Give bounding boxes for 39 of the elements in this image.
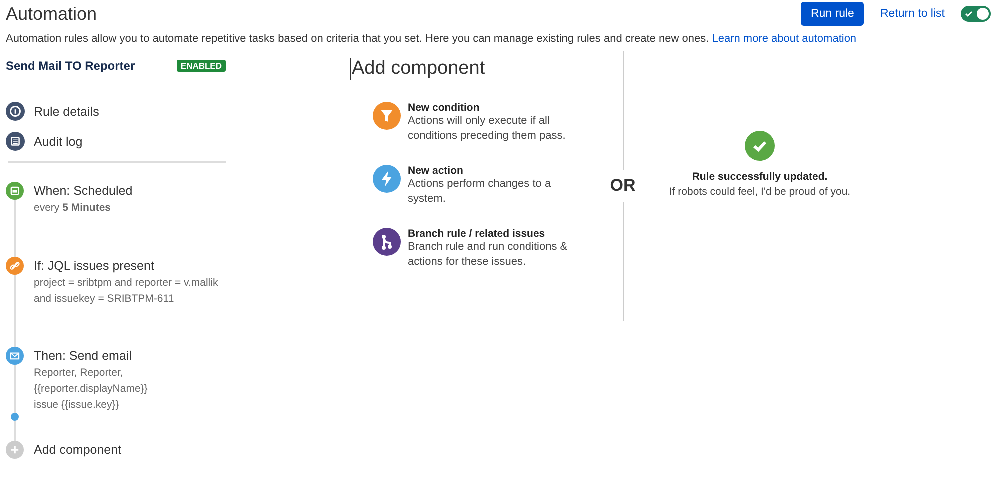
nav-item[interactable]: Audit log	[34, 134, 83, 148]
insert-point-icon[interactable]	[11, 413, 19, 421]
nav-item[interactable]: Rule details	[34, 104, 100, 118]
funnel-icon[interactable]	[373, 102, 401, 130]
step-detail: every 5 Minutes	[34, 201, 112, 216]
option-description: Actions will only execute if all conditions preceding them pass.	[408, 114, 567, 144]
success-check-icon	[745, 131, 775, 161]
success-message: If robots could feel, I'd be proud of you.	[669, 186, 851, 198]
step-detail: project = sribtpm and reporter = v.mallik and issuekey = SRIBTPM-611	[34, 276, 220, 307]
option-title[interactable]: New action	[408, 165, 578, 177]
list-icon	[6, 132, 25, 151]
rule-name: Send Mail TO Reporter	[6, 59, 136, 73]
description-text: Automation rules allow you to automate repetitive tasks based on criteria that you set. Here you can manage existing rules and create new ones. Learn more about automation	[6, 33, 858, 45]
panel-title: Add component	[350, 58, 615, 80]
check-icon	[964, 9, 974, 19]
page-title: Automation	[6, 4, 98, 24]
add-component-link[interactable]: Add component	[34, 441, 122, 459]
calendar-icon	[6, 182, 24, 200]
link-icon	[6, 257, 24, 275]
run-rule-button[interactable]: Run rule	[800, 2, 864, 26]
rule-toggle[interactable]	[961, 6, 991, 22]
return-to-list-link[interactable]: Return to list	[880, 8, 945, 20]
step-detail: Reporter, Reporter, {{reporter.displayName}} issue {{issue.key}}	[34, 366, 149, 413]
option-title[interactable]: Branch rule / related issues	[408, 228, 578, 240]
option-description: Actions perform changes to a system.	[408, 177, 552, 207]
or-label: OR	[610, 175, 636, 197]
branch-icon[interactable]	[373, 228, 401, 256]
plus-icon[interactable]	[6, 441, 24, 459]
step-title[interactable]: If: JQL issues present	[34, 257, 224, 275]
lightning-icon[interactable]	[373, 165, 401, 193]
learn-more-link[interactable]: Learn more about automation	[712, 33, 857, 45]
option-title[interactable]: New condition	[408, 102, 578, 114]
option-description: Branch rule and run conditions & actions for these issues.	[408, 240, 569, 270]
step-title[interactable]: Then: Send email	[34, 347, 224, 365]
status-badge: ENABLED	[176, 60, 226, 72]
success-title: Rule successfully updated.	[692, 171, 828, 183]
envelope-icon	[6, 347, 24, 365]
step-title[interactable]: When: Scheduled	[34, 182, 224, 200]
info-icon	[6, 102, 25, 121]
